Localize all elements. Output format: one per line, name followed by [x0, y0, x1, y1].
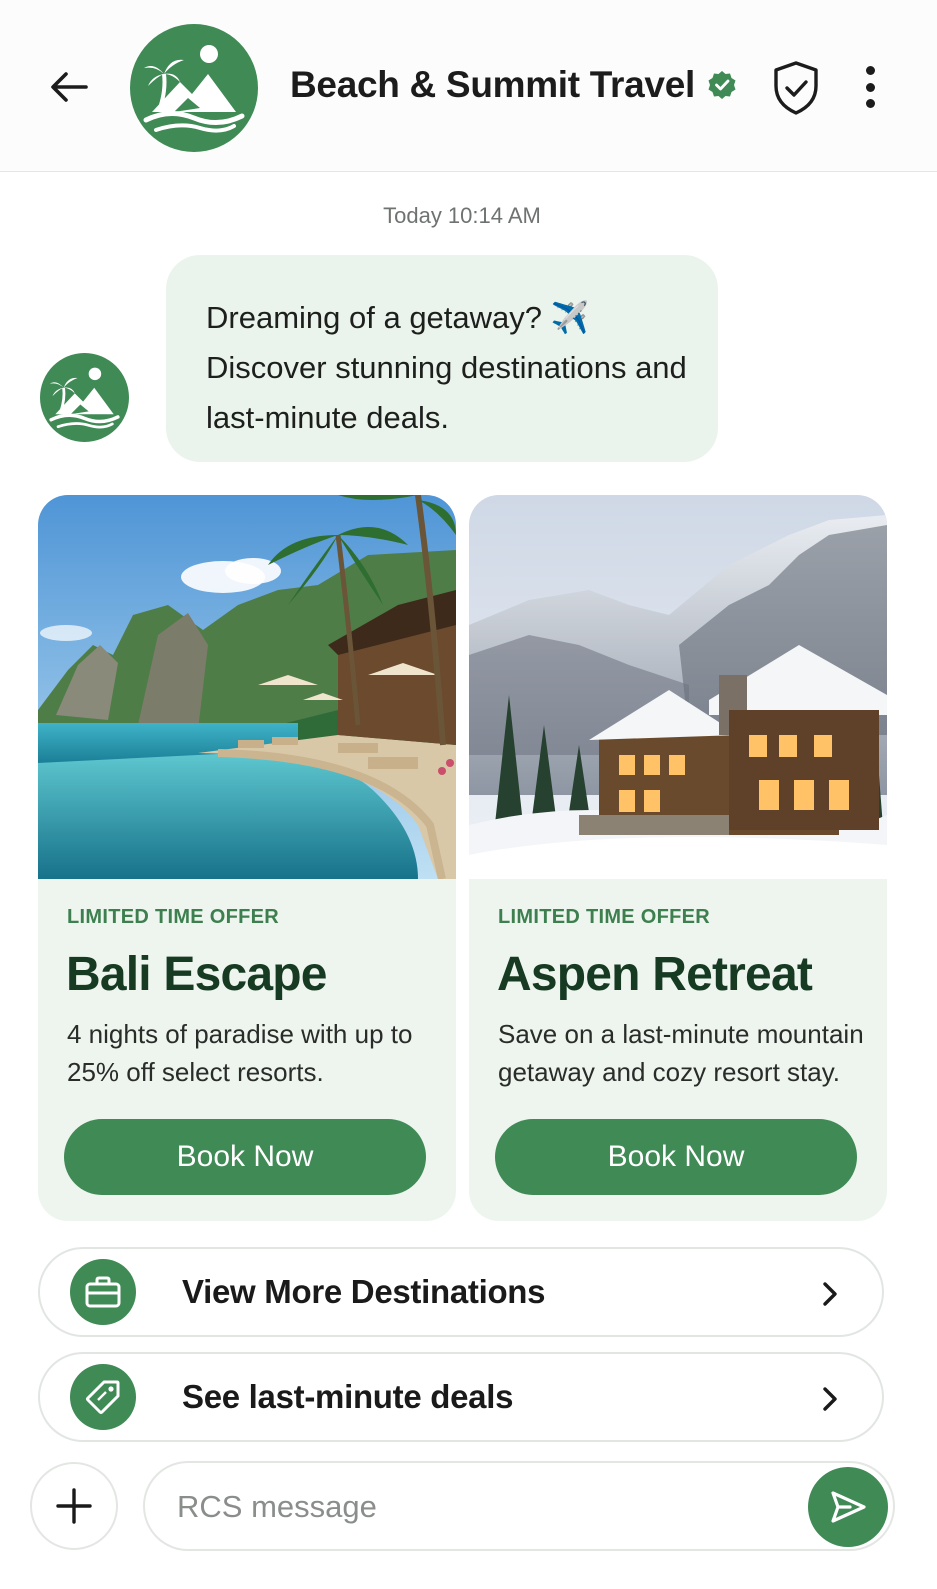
offer-tag: LIMITED TIME OFFER [67, 906, 280, 928]
send-button[interactable] [808, 1467, 888, 1547]
send-icon [831, 1491, 866, 1523]
back-button[interactable] [44, 62, 94, 112]
message-line: last-minute deals. [206, 400, 449, 435]
business-logo[interactable] [130, 24, 258, 152]
message-input[interactable] [177, 1483, 797, 1531]
chevron-right-icon [823, 1387, 837, 1411]
offer-description: Save on a last-minute mountain getaway a… [498, 1019, 864, 1087]
offer-tag: LIMITED TIME OFFER [498, 906, 711, 928]
message-timestamp: Today 10:14 AM [383, 203, 541, 228]
tag-icon [86, 1380, 120, 1414]
book-now-button[interactable]: Book Now [495, 1119, 857, 1195]
offer-title: Bali Escape [66, 948, 327, 1001]
verified-badge-icon [708, 71, 736, 99]
logo-palm-mountain-icon [49, 367, 120, 429]
offer-title: Aspen Retreat [497, 948, 813, 1001]
more-vertical-icon [865, 66, 875, 75]
business-name: Beach & Summit Travel [290, 64, 737, 106]
briefcase-icon [85, 1276, 121, 1308]
logo-palm-mountain-icon [143, 45, 245, 133]
more-options-button[interactable] [856, 62, 884, 112]
suggestion-view-more-destinations[interactable]: View More Destinations [38, 1247, 884, 1337]
message-line: Discover stunning destinations and [206, 350, 687, 385]
offer-description: 4 nights of paradise with up to 25% off … [67, 1019, 413, 1087]
book-now-button[interactable]: Book Now [64, 1119, 426, 1195]
tropical-resort-image [38, 495, 456, 879]
message-composer[interactable] [143, 1461, 895, 1551]
suggestion-icon-wrap [70, 1259, 136, 1325]
security-button[interactable] [768, 58, 824, 118]
arrow-left-icon [51, 72, 88, 102]
suggestion-label: See last-minute deals [182, 1378, 514, 1415]
add-attachment-button[interactable] [30, 1462, 118, 1550]
conversation-header: Beach & Summit Travel [0, 0, 937, 172]
shield-check-icon [774, 61, 818, 115]
sender-avatar[interactable] [40, 353, 129, 442]
suggestion-icon-wrap [70, 1364, 136, 1430]
plus-icon [56, 1488, 92, 1524]
incoming-message-bubble[interactable]: Dreaming of a getaway? ✈️ Discover stunn… [166, 255, 718, 462]
suggestion-last-minute-deals[interactable]: See last-minute deals [38, 1352, 884, 1442]
mountain-lodge-image [469, 495, 887, 879]
suggestion-label: View More Destinations [182, 1273, 546, 1310]
offer-card-aspen[interactable]: LIMITED TIME OFFER Aspen Retreat Save on… [469, 495, 887, 1221]
offer-card-bali[interactable]: LIMITED TIME OFFER Bali Escape 4 nights … [38, 495, 456, 1221]
chevron-right-icon [823, 1282, 837, 1306]
message-line: Dreaming of a getaway? ✈️ [206, 300, 590, 335]
business-name-text: Beach & Summit Travel [290, 64, 695, 105]
